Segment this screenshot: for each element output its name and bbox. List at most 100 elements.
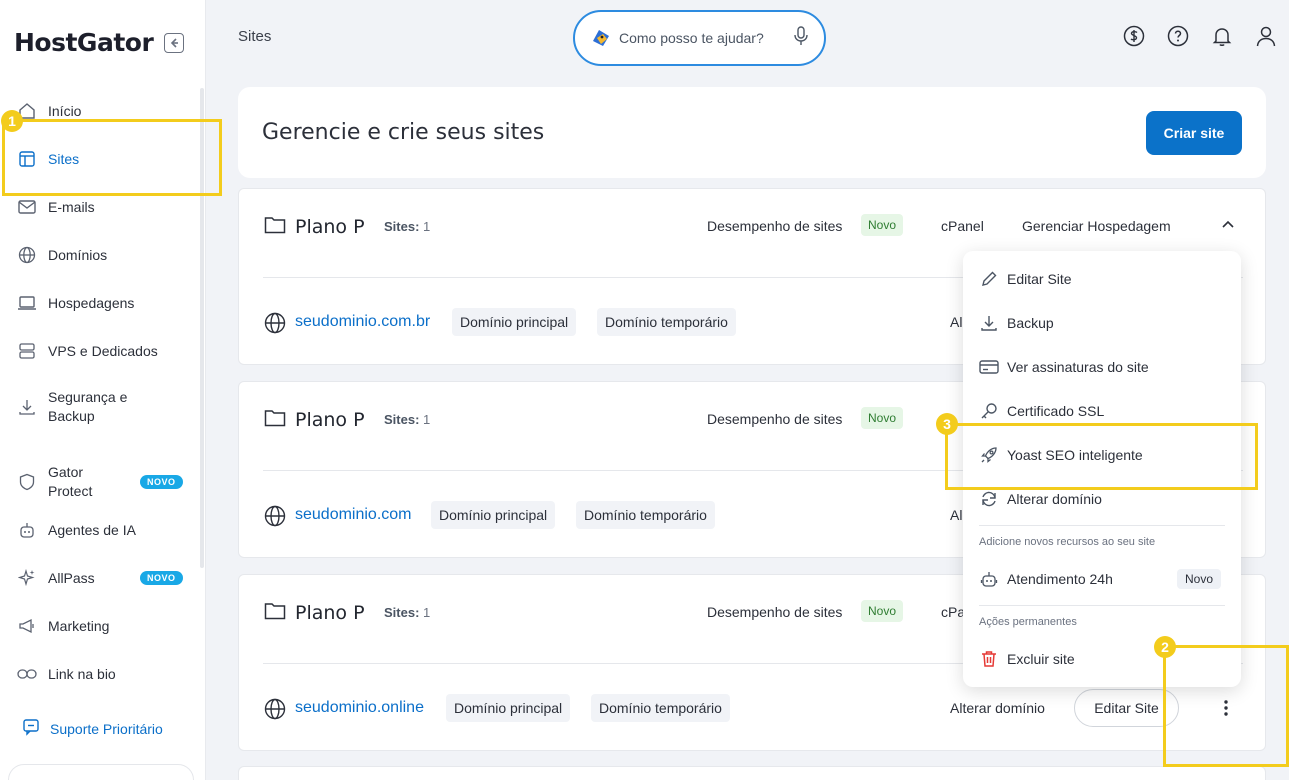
refresh-icon xyxy=(979,489,999,509)
sidebar-item-label: Hospedagens xyxy=(48,294,135,311)
novo-tag: Novo xyxy=(861,407,904,429)
novo-badge: NOVO xyxy=(140,571,183,585)
menu-item-subscriptions[interactable]: Ver assinaturas do site xyxy=(963,347,1241,387)
menu-item-backup[interactable]: Backup xyxy=(963,303,1241,343)
globe-icon xyxy=(264,312,286,339)
megaphone-icon xyxy=(17,616,37,636)
gator-assistant-icon xyxy=(589,26,613,50)
assistant-search[interactable] xyxy=(573,10,826,66)
help-icon[interactable] xyxy=(1166,24,1190,48)
sidebar-item-agentes-ia[interactable]: Agentes de IA xyxy=(0,510,200,550)
bell-icon[interactable] xyxy=(1210,24,1234,48)
change-domain-link[interactable]: Al xyxy=(950,314,962,330)
sidebar-item-label: VPS e Dedicados xyxy=(48,342,158,359)
sidebar-item-label: E-mails xyxy=(48,198,95,215)
menu-item-label: Atendimento 24h xyxy=(1007,571,1113,587)
sites-count-value: 1 xyxy=(423,605,431,620)
temporary-domain-chip[interactable]: Domínio temporário xyxy=(591,694,730,722)
cpanel-link[interactable]: cPanel xyxy=(941,218,984,234)
sites-count: Sites: 1 xyxy=(384,412,430,427)
plan-name: Plano P xyxy=(295,409,365,431)
manage-hosting-link[interactable]: Gerenciar Hospedagem xyxy=(1022,218,1171,234)
folder-icon xyxy=(264,602,286,625)
sidebar-item-link-na-bio[interactable]: Link na bio xyxy=(0,654,200,694)
sparkle-icon xyxy=(17,568,37,588)
menu-section-permanent: Ações permanentes xyxy=(979,616,1077,628)
folder-icon xyxy=(264,216,286,239)
domain-link[interactable]: seudominio.com xyxy=(295,506,412,524)
microphone-icon[interactable] xyxy=(793,25,809,51)
sidebar-item-label: Segurança e Backup xyxy=(48,389,128,424)
sites-count-value: 1 xyxy=(423,219,431,234)
user-icon[interactable] xyxy=(1254,24,1278,48)
support-label: Suporte Prioritário xyxy=(50,720,163,737)
sidebar-item-gator-protect[interactable]: Gator Protect NOVO xyxy=(0,454,200,510)
menu-item-edit-site[interactable]: Editar Site xyxy=(963,259,1241,299)
sites-count-label: Sites: xyxy=(384,219,420,234)
sidebar-item-hospedagens[interactable]: Hospedagens xyxy=(0,283,200,323)
key-icon xyxy=(979,401,999,421)
plan-card-partial xyxy=(238,766,1266,780)
sites-count-label: Sites: xyxy=(384,412,420,427)
novo-tag: Novo xyxy=(861,600,904,622)
menu-item-support-24h[interactable]: Atendimento 24h Novo xyxy=(963,559,1241,599)
menu-item-label: Backup xyxy=(1007,315,1054,331)
assistant-search-input[interactable] xyxy=(619,30,784,46)
dollar-icon[interactable] xyxy=(1122,24,1146,48)
change-domain-link[interactable]: Al xyxy=(950,507,962,523)
sidebar-item-label: Domínios xyxy=(48,246,108,263)
sites-count-value: 1 xyxy=(423,412,431,427)
menu-item-label: Editar Site xyxy=(1007,271,1072,287)
top-icons xyxy=(1122,24,1278,48)
link-icon xyxy=(17,664,37,684)
menu-divider xyxy=(979,525,1225,526)
sidebar-item-vps[interactable]: VPS e Dedicados xyxy=(0,331,200,371)
highlight-box-step-3 xyxy=(945,423,1258,490)
laptop-icon xyxy=(17,293,37,313)
page-title: Sites xyxy=(238,28,272,45)
domain-link[interactable]: seudominio.com.br xyxy=(295,313,430,331)
collapse-sidebar-icon[interactable] xyxy=(164,33,184,53)
section-title: Gerencie e crie seus sites xyxy=(262,120,545,145)
folder-icon xyxy=(264,409,286,432)
novo-tag: Novo xyxy=(1177,569,1222,589)
sidebar-item-dominios[interactable]: Domínios xyxy=(0,235,200,275)
download-icon xyxy=(979,313,999,333)
primary-domain-chip: Domínio principal xyxy=(452,308,577,336)
sidebar-bottom-panel[interactable] xyxy=(8,764,194,780)
sites-count-label: Sites: xyxy=(384,605,420,620)
temporary-domain-chip[interactable]: Domínio temporário xyxy=(576,501,715,529)
domain-link[interactable]: seudominio.online xyxy=(295,699,424,717)
sidebar-item-seguranca[interactable]: Segurança e Backup xyxy=(0,379,200,435)
menu-item-label: Ver assinaturas do site xyxy=(1007,359,1149,375)
chat-support-icon xyxy=(22,718,40,739)
server-icon xyxy=(17,341,37,361)
robot-icon xyxy=(979,569,999,589)
sidebar: HostGator Início Sites E-mails Domínios … xyxy=(0,0,206,780)
cpanel-link[interactable]: cPa xyxy=(941,604,965,620)
trash-icon xyxy=(979,649,999,669)
site-performance-link[interactable]: Desempenho de sites xyxy=(707,604,842,620)
robot-icon xyxy=(17,520,37,540)
globe-icon xyxy=(264,505,286,532)
chevron-up-icon[interactable] xyxy=(1221,217,1235,236)
change-domain-link[interactable]: Alterar domínio xyxy=(950,700,1045,716)
sites-header-card: Gerencie e crie seus sites Criar site xyxy=(238,87,1266,178)
support-link[interactable]: Suporte Prioritário xyxy=(22,718,163,739)
menu-item-label: Excluir site xyxy=(1007,651,1075,667)
hostgator-logo[interactable]: HostGator xyxy=(14,28,154,57)
sites-count: Sites: 1 xyxy=(384,219,430,234)
primary-domain-chip: Domínio principal xyxy=(431,501,556,529)
site-performance-link[interactable]: Desempenho de sites xyxy=(707,218,842,234)
step-1-marker: 1 xyxy=(1,110,23,132)
pencil-icon xyxy=(979,269,999,289)
step-3-marker: 3 xyxy=(936,413,958,435)
sidebar-item-allpass[interactable]: AllPass NOVO xyxy=(0,558,200,598)
menu-divider xyxy=(979,605,1225,606)
globe-icon xyxy=(17,245,37,265)
step-2-marker: 2 xyxy=(1154,636,1176,658)
sidebar-item-marketing[interactable]: Marketing xyxy=(0,606,200,646)
create-site-button[interactable]: Criar site xyxy=(1146,111,1242,155)
site-performance-link[interactable]: Desempenho de sites xyxy=(707,411,842,427)
temporary-domain-chip[interactable]: Domínio temporário xyxy=(597,308,736,336)
